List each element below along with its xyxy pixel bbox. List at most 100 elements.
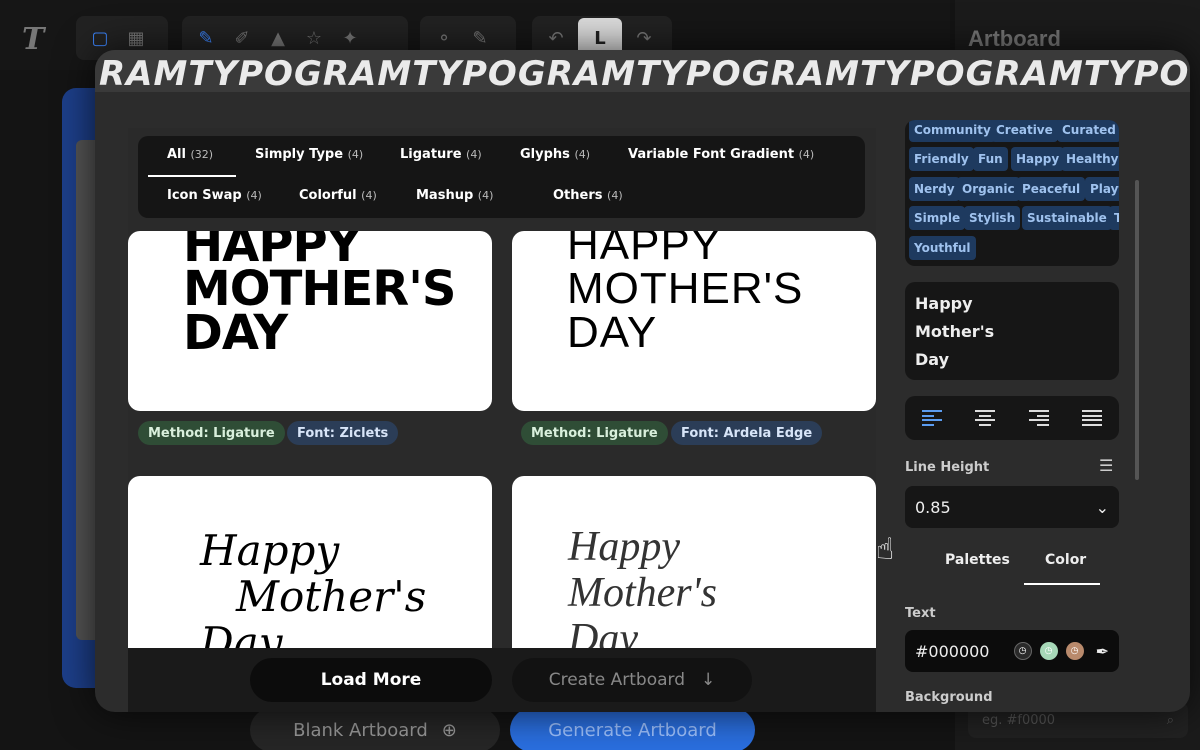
text-line: Mother's — [915, 322, 995, 341]
style-tag[interactable]: Happy — [1011, 147, 1065, 171]
style-tag[interactable]: Creative — [991, 120, 1058, 142]
node-a-icon[interactable]: ⚬ — [432, 26, 456, 50]
gallery-action-bar: Load More Create Artboard ↓ — [128, 648, 876, 712]
template-gallery-modal: RAMTYPOGRAMTYPOGRAMTYPOGRAMTYPOGRAMTYPOG… — [95, 50, 1190, 712]
sparkle-path-icon[interactable]: ✦ — [338, 26, 362, 50]
text-path-icon[interactable]: ✐ — [230, 26, 254, 50]
category-filter-bar: All (32) Simply Type (4) Ligature (4) Gl… — [138, 136, 865, 218]
style-tag[interactable]: Community — [909, 120, 996, 142]
style-tag[interactable]: Organic — [957, 177, 1020, 201]
search-placeholder: eg. #f0000 — [982, 712, 1056, 728]
filter-count: (4) — [798, 148, 815, 161]
star-path-icon[interactable]: ☆ — [302, 26, 326, 50]
preview-line: DAY — [183, 305, 288, 361]
filter-mashup[interactable]: Mashup (4) — [416, 188, 493, 203]
filter-others[interactable]: Others (4) — [553, 188, 623, 203]
arrow-down-icon: ↓ — [701, 670, 716, 690]
font-tag: Font: Ziclets — [287, 421, 399, 445]
template-card-ziclets[interactable]: HAPPY MOTHER'S DAY — [128, 231, 492, 411]
template-preview-text: Happy Mother's Day — [568, 524, 717, 662]
text-line: Day — [915, 350, 950, 369]
tab-active-underline — [1024, 583, 1100, 585]
preview-line: Happy — [200, 526, 340, 575]
typogram-marquee: RAMTYPOGRAMTYPOGRAMTYPOGRAMTYPOGRAMTYPOG… — [95, 50, 1190, 92]
blank-artboard-label: Blank Artboard — [293, 719, 428, 741]
tab-palettes[interactable]: Palettes — [945, 552, 1010, 568]
style-tag[interactable]: Curated — [1057, 120, 1119, 142]
filter-label: Simply Type — [255, 147, 344, 162]
swatch-mint-clock-icon[interactable]: ◷ — [1039, 642, 1058, 660]
style-tag[interactable]: Fun — [973, 147, 1008, 171]
text-color-label: Text — [905, 606, 936, 621]
filter-ligature[interactable]: Ligature (4) — [400, 147, 482, 162]
hand-cursor-icon: ☝ — [876, 532, 895, 567]
create-artboard-button[interactable]: Create Artboard ↓ — [512, 658, 752, 702]
filter-label: Glyphs — [520, 147, 570, 162]
filter-simply-type[interactable]: Simply Type (4) — [255, 147, 363, 162]
swatch-dark-clock-icon[interactable]: ◷ — [1013, 642, 1032, 660]
filter-count: (4) — [361, 189, 377, 202]
artboard-text-input[interactable]: Happy Mother's Day — [905, 282, 1119, 380]
text-color-value: #000000 — [915, 641, 990, 661]
app-logo: T — [22, 22, 45, 57]
style-tag[interactable]: Nerdy — [909, 177, 960, 201]
generate-artboard-button[interactable]: Generate Artboard — [510, 708, 755, 750]
text-line: Happy — [915, 294, 973, 313]
undo-icon[interactable]: ↶ — [544, 26, 568, 50]
align-justify-icon[interactable] — [1082, 410, 1103, 426]
template-gallery: All (32) Simply Type (4) Ligature (4) Gl… — [128, 128, 876, 712]
preview-line: DAY — [567, 308, 658, 357]
style-tag[interactable]: Sustainable — [1022, 206, 1112, 230]
template-card-script-1[interactable]: Happy Mother's Day — [128, 476, 492, 676]
eyedropper-icon[interactable]: ✒ — [1096, 642, 1109, 661]
style-tag[interactable]: Peaceful — [1017, 177, 1086, 201]
search-icon: ⌕ — [1166, 712, 1174, 728]
grid-icon[interactable]: ▦ — [124, 26, 148, 50]
style-tag[interactable]: Friendly — [909, 147, 974, 171]
line-height-label: Line Height — [905, 460, 990, 475]
filter-colorful[interactable]: Colorful (4) — [299, 188, 377, 203]
style-tag[interactable]: Simple — [909, 206, 966, 230]
style-tag[interactable]: Healthy — [1061, 147, 1119, 171]
style-tag[interactable]: Youthful — [909, 236, 976, 260]
blank-artboard-button[interactable]: Blank Artboard ⊕ — [250, 708, 500, 750]
filter-count: (4) — [246, 189, 262, 202]
style-tag[interactable]: Playf — [1085, 177, 1119, 201]
filter-count: (32) — [190, 148, 214, 161]
filter-variable-font-gradient[interactable]: Variable Font Gradient (4) — [628, 147, 814, 162]
template-preview-text: HAPPY MOTHER'S DAY — [567, 231, 803, 355]
tab-color[interactable]: Color — [1045, 552, 1086, 568]
text-color-field[interactable]: #000000 ◷ ◷ ◷ ✒ — [905, 630, 1119, 672]
template-settings-panel: Community Creative Curated Friendly Fun … — [895, 120, 1175, 712]
style-tag[interactable]: T — [1109, 206, 1119, 230]
style-tag[interactable]: Stylish — [964, 206, 1021, 230]
filter-active-underline — [148, 175, 236, 177]
align-left-icon[interactable] — [921, 410, 942, 426]
redo-icon[interactable]: ↷ — [632, 26, 656, 50]
align-center-icon[interactable] — [975, 410, 996, 426]
generate-artboard-label: Generate Artboard — [548, 719, 717, 741]
filter-icon-swap[interactable]: Icon Swap (4) — [167, 188, 262, 203]
node-b-icon[interactable]: ✎ — [468, 26, 492, 50]
filter-label: Variable Font Gradient — [628, 147, 795, 162]
filter-count: (4) — [607, 189, 623, 202]
template-preview-text: HAPPY MOTHER'S DAY — [183, 231, 456, 361]
template-card-script-2[interactable]: Happy Mother's Day — [512, 476, 876, 676]
background-color-label: Background — [905, 690, 993, 705]
filter-label: Mashup — [416, 188, 474, 203]
line-height-select[interactable]: 0.85 ⌄ — [905, 486, 1119, 528]
filter-label: Colorful — [299, 188, 357, 203]
filter-glyphs[interactable]: Glyphs (4) — [520, 147, 590, 162]
pen-icon[interactable]: ✎ — [194, 26, 218, 50]
filter-all[interactable]: All (32) — [167, 147, 213, 162]
template-card-ardela[interactable]: HAPPY MOTHER'S DAY — [512, 231, 876, 411]
preview-line: Mother's — [236, 572, 427, 621]
align-right-icon[interactable] — [1028, 410, 1049, 426]
load-more-button[interactable]: Load More — [250, 658, 492, 702]
filter-label: Icon Swap — [167, 188, 242, 203]
panel-scrollbar[interactable] — [1135, 180, 1139, 480]
filter-count: (4) — [347, 148, 364, 161]
vertex-icon[interactable]: ▲ — [266, 26, 290, 50]
square-icon[interactable]: ▢ — [88, 26, 112, 50]
swatch-tan-clock-icon[interactable]: ◷ — [1065, 642, 1084, 660]
